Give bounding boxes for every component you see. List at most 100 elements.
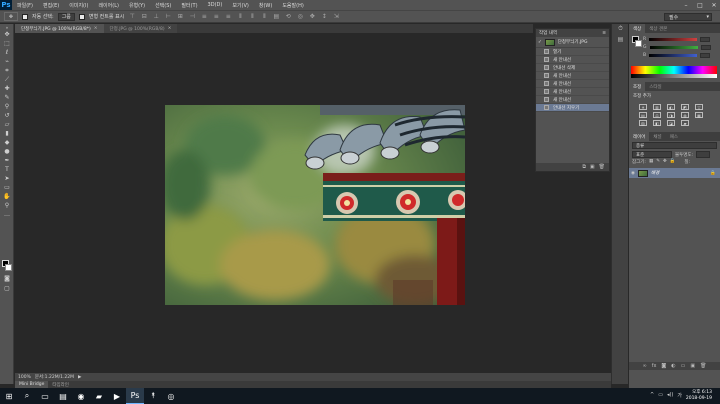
adjustment-icon[interactable]: ▤ — [639, 112, 647, 118]
adjustment-icon[interactable]: ◪ — [667, 120, 675, 126]
distribute-top-icon[interactable]: ≡ — [200, 13, 208, 21]
tab-layers[interactable]: 레이어 — [629, 132, 650, 141]
menu-select[interactable]: 선택(S) — [150, 2, 176, 9]
color-spectrum[interactable] — [631, 66, 717, 74]
adjustment-icon[interactable]: ◑ — [667, 112, 675, 118]
history-item[interactable]: 새 안내선 — [536, 56, 609, 64]
align-right-icon[interactable]: ⊣ — [188, 13, 196, 21]
taskbar-app-icon[interactable]: ▭ — [36, 388, 54, 404]
background-color-swatch[interactable] — [5, 264, 12, 271]
taskbar-app-icon[interactable]: ◉ — [72, 388, 90, 404]
move-tool-icon[interactable]: ✥ — [0, 30, 14, 39]
3d-drag-icon[interactable]: ✥ — [308, 13, 316, 21]
history-item[interactable]: 새 안내선 — [536, 72, 609, 80]
quick-mask-icon[interactable]: ◙ — [0, 274, 14, 283]
channel-slider[interactable] — [649, 53, 698, 57]
adjustment-icon[interactable]: ▦ — [695, 112, 703, 118]
tab-adjustments[interactable]: 조정 — [629, 82, 646, 91]
adjustment-icon[interactable]: ▥ — [653, 104, 661, 110]
taskbar-app-icon[interactable]: ⌕ — [18, 388, 36, 404]
taskbar-app-icon[interactable]: Ps — [126, 388, 144, 404]
clock[interactable]: 오후 6:13 2018-09-19 — [686, 390, 712, 402]
menu-edit[interactable]: 편집(E) — [38, 2, 64, 9]
menu-window[interactable]: 창(W) — [254, 2, 277, 9]
lock-transparent-icon[interactable]: ▦ — [649, 159, 653, 165]
folder-icon[interactable]: ▭ — [681, 363, 686, 369]
taskbar-app-icon[interactable]: ◎ — [162, 388, 180, 404]
brush-tool-icon[interactable]: ✎ — [0, 93, 14, 102]
tab-document-1[interactable]: 단청무늬기.JPG @ 100%(RGB/8*) × — [15, 24, 104, 33]
type-tool-icon[interactable]: T — [0, 165, 14, 174]
dodge-tool-icon[interactable]: ● — [0, 147, 14, 156]
taskbar-app-icon[interactable]: ▰ — [90, 388, 108, 404]
history-item[interactable]: 새 안내선 — [536, 96, 609, 104]
tab-timeline[interactable]: 타임라인 — [48, 381, 73, 388]
history-item[interactable]: 새 안내선 — [536, 88, 609, 96]
start-icon[interactable]: ⊞ — [0, 388, 18, 404]
tab-color[interactable]: 색상 — [629, 24, 646, 33]
distribute-left-icon[interactable]: ⦀ — [236, 13, 244, 21]
history-panel-icon[interactable]: ⏱ — [612, 24, 629, 34]
tray-icon[interactable]: ◂)) — [667, 392, 673, 399]
menu-file[interactable]: 파일(F) — [12, 2, 38, 9]
distribute-right-icon[interactable]: ⦀ — [260, 13, 268, 21]
menu-3d[interactable]: 3D(D) — [203, 2, 228, 8]
workspace-dropdown[interactable]: 필수 ▾ — [664, 13, 712, 21]
tab-mini-bridge[interactable]: Mini Bridge — [15, 381, 49, 388]
tab-channels[interactable]: 채널 — [649, 132, 665, 141]
auto-select-checkbox[interactable] — [22, 13, 28, 20]
history-item[interactable]: 안내선 삭제 — [536, 64, 609, 72]
pen-tool-icon[interactable]: ✒ — [0, 156, 14, 165]
grayscale-ramp[interactable] — [631, 74, 717, 78]
mask-icon[interactable]: ◙ — [661, 363, 666, 369]
align-middle-icon[interactable]: ⊟ — [140, 13, 148, 21]
eyedropper-tool-icon[interactable]: ⟋ — [0, 75, 14, 84]
channel-slider[interactable] — [649, 37, 698, 41]
menu-layer[interactable]: 레이어(L) — [93, 2, 124, 9]
close-icon[interactable]: ✕ — [710, 2, 718, 9]
canvas-area[interactable] — [15, 33, 611, 373]
adjustment-layer-icon[interactable]: ◐ — [671, 363, 675, 369]
document-image[interactable] — [165, 105, 465, 305]
hand-tool-icon[interactable]: ✋ — [0, 192, 14, 201]
history-brush-tool-icon[interactable]: ↺ — [0, 111, 14, 120]
3d-scale-icon[interactable]: ⇲ — [332, 13, 340, 21]
history-item[interactable]: 안내선 지우기 — [536, 104, 609, 112]
zoom-level[interactable]: 100% — [18, 375, 31, 380]
channel-value-field[interactable] — [700, 44, 711, 50]
align-top-icon[interactable]: ⊤ — [128, 13, 136, 21]
quick-select-tool-icon[interactable]: ⌁ — [0, 57, 14, 66]
maximize-icon[interactable]: □ — [696, 2, 704, 9]
taskbar-app-icon[interactable]: ▤ — [54, 388, 72, 404]
adjustment-icon[interactable]: ◩ — [681, 104, 689, 110]
move-tool-preset-icon[interactable]: ✥ — [4, 12, 18, 21]
menu-type[interactable]: 유형(Y) — [124, 2, 150, 9]
new-document-from-state-icon[interactable]: ⧉ — [582, 164, 586, 170]
history-snapshot[interactable]: ✓ 단청무늬기.JPG — [536, 37, 609, 48]
marquee-tool-icon[interactable]: ⬚ — [0, 39, 14, 48]
adjustment-icon[interactable]: ▨ — [639, 120, 647, 126]
lock-all-icon[interactable]: 🔒 — [670, 159, 676, 165]
minimize-icon[interactable]: – — [682, 2, 690, 9]
tab-document-2[interactable]: 단청.JPG @ 100%(RGB/8) × — [103, 24, 178, 33]
tab-styles[interactable]: 스타일 — [645, 82, 665, 91]
close-icon[interactable]: × — [168, 26, 172, 31]
visibility-eye-icon[interactable]: ◉ — [631, 171, 635, 176]
tray-icon[interactable]: ▭ — [658, 392, 663, 399]
adjustment-icon[interactable]: ⚖ — [653, 112, 661, 118]
tray-icon[interactable]: 가 — [677, 392, 682, 399]
channel-slider[interactable] — [649, 45, 698, 49]
channel-value-field[interactable] — [700, 52, 711, 58]
adjustment-icon[interactable]: ◍ — [681, 112, 689, 118]
blur-tool-icon[interactable]: ◆ — [0, 138, 14, 147]
align-left-icon[interactable]: ⊢ — [164, 13, 172, 21]
shape-tool-icon[interactable]: ▭ — [0, 183, 14, 192]
adjustment-icon[interactable]: ▰ — [681, 120, 689, 126]
layer-filter-dropdown[interactable]: 종류 — [632, 142, 717, 149]
eraser-tool-icon[interactable]: ▱ — [0, 120, 14, 129]
crop-tool-icon[interactable]: ⌗ — [0, 66, 14, 75]
adjustment-icon[interactable]: ☀ — [639, 104, 647, 110]
lock-pixels-icon[interactable]: ✎ — [656, 159, 660, 165]
history-item[interactable]: 열기 — [536, 48, 609, 56]
clone-stamp-tool-icon[interactable]: ⚲ — [0, 102, 14, 111]
